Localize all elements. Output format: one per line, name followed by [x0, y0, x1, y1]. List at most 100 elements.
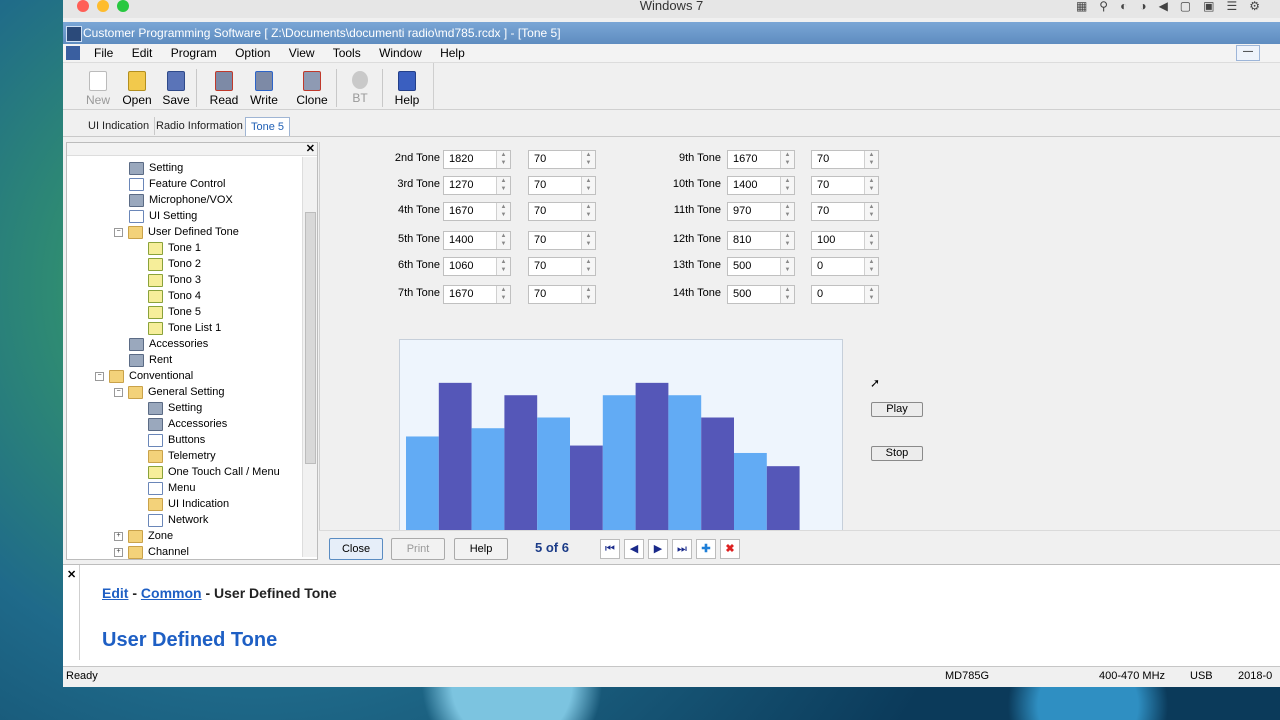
next-record-icon[interactable]: ▶	[648, 539, 668, 559]
save-button[interactable]: Save	[156, 65, 196, 107]
tone-duration-input[interactable]: 0 ▲ ▼	[811, 285, 879, 304]
tree-scrollbar[interactable]	[302, 157, 317, 557]
spin-arrows-icon[interactable]: ▲ ▼	[496, 258, 510, 275]
bt-button[interactable]: BT	[340, 65, 380, 107]
breadcrumb-edit-link[interactable]: Edit	[102, 585, 128, 601]
tone-duration-input[interactable]: 70 ▲ ▼	[528, 150, 596, 169]
collapse-icon[interactable]: −	[114, 387, 123, 397]
tone-frequency-input[interactable]: 810 ▲ ▼	[727, 231, 795, 250]
tree-item-network[interactable]: Network	[148, 512, 208, 528]
tone-frequency-input[interactable]: 500 ▲ ▼	[727, 257, 795, 276]
spin-arrows-icon[interactable]: ▲ ▼	[864, 203, 878, 220]
menu-edit[interactable]: Edit	[132, 46, 153, 60]
menu-view[interactable]: View	[289, 46, 315, 60]
spin-arrows-icon[interactable]: ▲ ▼	[780, 177, 794, 194]
menu-option[interactable]: Option	[235, 46, 270, 60]
spin-arrows-icon[interactable]: ▲ ▼	[780, 232, 794, 249]
delete-record-icon[interactable]: ✖	[720, 539, 740, 559]
spin-arrows-icon[interactable]: ▲ ▼	[496, 203, 510, 220]
expand-icon[interactable]: +	[114, 547, 123, 557]
tree-item-conv-accessories[interactable]: Accessories	[148, 416, 227, 432]
tone-duration-input[interactable]: 70 ▲ ▼	[528, 231, 596, 250]
tone-duration-input[interactable]: 70 ▲ ▼	[528, 176, 596, 195]
spin-arrows-icon[interactable]: ▲ ▼	[864, 177, 878, 194]
tree-item-ui-indication[interactable]: UI Indication	[148, 496, 229, 512]
spin-arrows-icon[interactable]: ▲ ▼	[780, 286, 794, 303]
spin-arrows-icon[interactable]: ▲ ▼	[864, 232, 878, 249]
document-icon[interactable]	[66, 46, 80, 60]
spin-arrows-icon[interactable]: ▲ ▼	[864, 258, 878, 275]
tone-frequency-input[interactable]: 1820 ▲ ▼	[443, 150, 511, 169]
print-button[interactable]: Print	[391, 538, 445, 560]
tree-item-one-touch-call[interactable]: One Touch Call / Menu	[148, 464, 280, 480]
tone-frequency-input[interactable]: 1400 ▲ ▼	[727, 176, 795, 195]
spin-arrows-icon[interactable]: ▲ ▼	[581, 151, 595, 168]
stop-button[interactable]: Stop	[871, 446, 923, 461]
read-button[interactable]: Read	[204, 65, 244, 107]
previous-record-icon[interactable]: ◀	[624, 539, 644, 559]
tree-item-conv-setting[interactable]: Setting	[148, 400, 202, 416]
add-record-icon[interactable]: ✚	[696, 539, 716, 559]
tone-duration-input[interactable]: 70 ▲ ▼	[528, 202, 596, 221]
tone-frequency-input[interactable]: 1400 ▲ ▼	[443, 231, 511, 250]
spin-arrows-icon[interactable]: ▲ ▼	[581, 203, 595, 220]
spin-arrows-icon[interactable]: ▲ ▼	[780, 203, 794, 220]
close-icon[interactable]: ✕	[306, 142, 315, 155]
collapse-icon[interactable]: −	[114, 227, 123, 237]
play-button[interactable]: Play	[871, 402, 923, 417]
tree-item-zone[interactable]: + Zone	[114, 528, 173, 544]
menu-tools[interactable]: Tools	[333, 46, 361, 60]
tab-ui-indication[interactable]: UI Indication	[83, 117, 156, 135]
tone-frequency-input[interactable]: 1060 ▲ ▼	[443, 257, 511, 276]
spin-arrows-icon[interactable]: ▲ ▼	[581, 232, 595, 249]
menu-program[interactable]: Program	[171, 46, 217, 60]
tree-item-accessories[interactable]: Accessories	[129, 336, 208, 352]
tab-tone-5[interactable]: Tone 5	[245, 117, 291, 136]
tree-item-menu[interactable]: Menu	[148, 480, 196, 496]
spin-arrows-icon[interactable]: ▲ ▼	[496, 232, 510, 249]
tab-radio-information[interactable]: Radio Information	[151, 117, 249, 135]
spin-arrows-icon[interactable]: ▲ ▼	[581, 286, 595, 303]
tone-frequency-input[interactable]: 1270 ▲ ▼	[443, 176, 511, 195]
tree-item-tone-1[interactable]: Tone 1	[148, 240, 201, 256]
tone-duration-input[interactable]: 70 ▲ ▼	[528, 257, 596, 276]
spin-arrows-icon[interactable]: ▲ ▼	[496, 286, 510, 303]
clone-button[interactable]: Clone	[292, 65, 332, 107]
tree-item-microphone-vox[interactable]: Microphone/VOX	[129, 192, 233, 208]
last-record-icon[interactable]: ⏭	[672, 539, 692, 559]
tree-item-tone-list-1[interactable]: Tone List 1	[148, 320, 221, 336]
new-button[interactable]: New	[78, 65, 118, 107]
write-button[interactable]: Write	[244, 65, 284, 107]
close-button[interactable]: Close	[329, 538, 383, 560]
tree-item-tono-3[interactable]: Tono 3	[148, 272, 201, 288]
spin-arrows-icon[interactable]: ▲ ▼	[496, 151, 510, 168]
scrollbar-thumb[interactable]	[305, 212, 316, 464]
tree-item-telemetry[interactable]: Telemetry	[148, 448, 216, 464]
tone-frequency-input[interactable]: 1670 ▲ ▼	[443, 285, 511, 304]
tone-duration-input[interactable]: 70 ▲ ▼	[811, 150, 879, 169]
tone-frequency-input[interactable]: 500 ▲ ▼	[727, 285, 795, 304]
tree-item-conventional[interactable]: − Conventional	[95, 368, 193, 384]
tree-item-general-setting[interactable]: − General Setting	[114, 384, 224, 400]
tree-item-tono-2[interactable]: Tono 2	[148, 256, 201, 272]
spin-arrows-icon[interactable]: ▲ ▼	[864, 286, 878, 303]
spin-arrows-icon[interactable]: ▲ ▼	[581, 258, 595, 275]
spin-arrows-icon[interactable]: ▲ ▼	[864, 151, 878, 168]
first-record-icon[interactable]: ⏮	[600, 539, 620, 559]
tone-frequency-input[interactable]: 970 ▲ ▼	[727, 202, 795, 221]
breadcrumb-common-link[interactable]: Common	[141, 585, 202, 601]
tree-item-user-defined-tone[interactable]: − User Defined Tone	[114, 224, 239, 240]
tree-item-tono-4[interactable]: Tono 4	[148, 288, 201, 304]
spin-arrows-icon[interactable]: ▲ ▼	[780, 151, 794, 168]
tone-duration-input[interactable]: 70 ▲ ▼	[811, 176, 879, 195]
tree-item-rent[interactable]: Rent	[129, 352, 172, 368]
expand-icon[interactable]: +	[114, 531, 123, 541]
tone-duration-input[interactable]: 70 ▲ ▼	[811, 202, 879, 221]
menu-window[interactable]: Window	[379, 46, 422, 60]
nav-help-button[interactable]: Help	[454, 538, 508, 560]
tone-frequency-input[interactable]: 1670 ▲ ▼	[443, 202, 511, 221]
spin-arrows-icon[interactable]: ▲ ▼	[780, 258, 794, 275]
collapse-icon[interactable]: −	[95, 371, 104, 381]
menu-help[interactable]: Help	[440, 46, 465, 60]
tone-frequency-input[interactable]: 1670 ▲ ▼	[727, 150, 795, 169]
